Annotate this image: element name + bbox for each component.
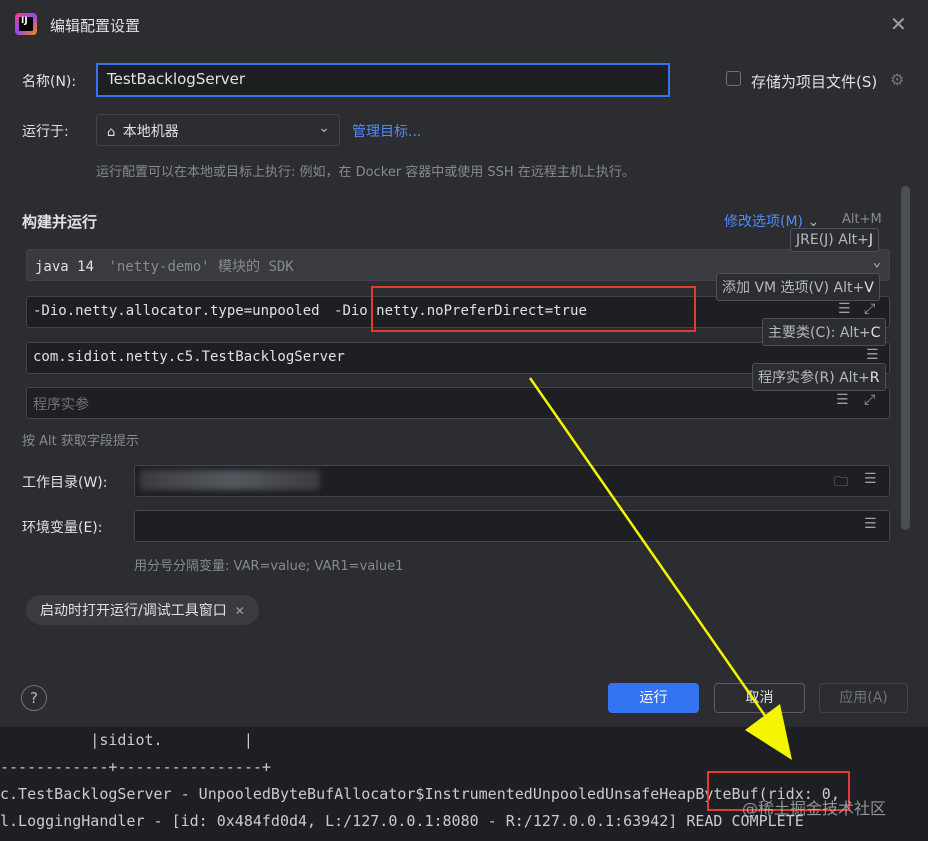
- arrow-line: [528, 377, 770, 721]
- arrow-head: [745, 704, 792, 760]
- annotation-arrow: [528, 377, 792, 760]
